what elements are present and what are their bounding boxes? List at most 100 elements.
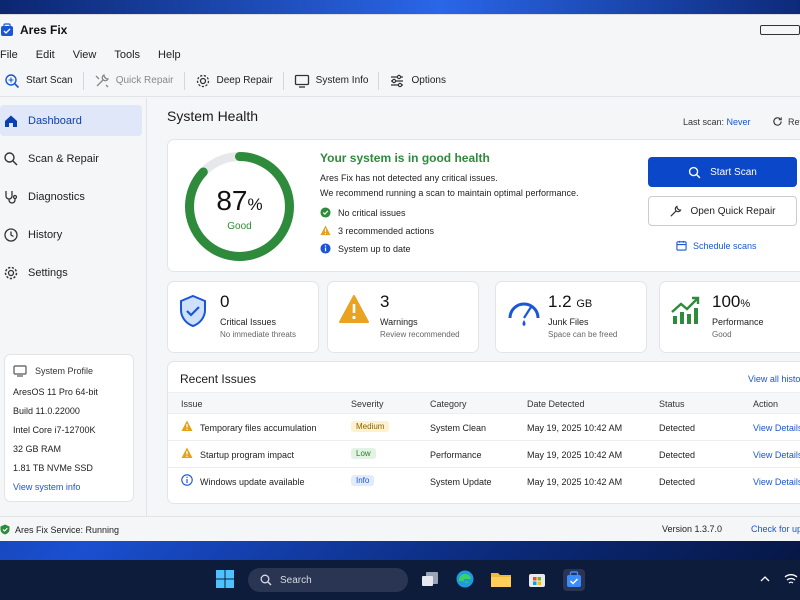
sidebar-item-label: History	[28, 228, 63, 241]
service-status-label: Ares Fix Service: Running	[15, 524, 120, 535]
sidebar-item-diagnostics[interactable]: Diagnostics	[0, 181, 142, 212]
toolbar-start-scan[interactable]: Start Scan	[0, 65, 83, 96]
view-all-history-link[interactable]: View all histo	[748, 374, 800, 384]
stat-value: 0	[220, 292, 230, 311]
file-explorer-icon[interactable]	[490, 569, 512, 589]
issue-category: System Clean	[430, 423, 487, 433]
view-system-info-link[interactable]: View system info	[13, 482, 125, 492]
col-issue[interactable]: Issue	[181, 399, 203, 409]
col-severity[interactable]: Severity	[351, 399, 384, 409]
stat-card-critical: 0 Critical Issues No immediate threats	[167, 281, 319, 353]
issue-status: Detected	[659, 423, 696, 433]
wifi-icon[interactable]	[784, 572, 798, 586]
col-status[interactable]: Status	[659, 399, 685, 409]
edge-browser-icon[interactable]	[455, 569, 475, 589]
sidebar-item-scan-repair[interactable]: Scan & Repair	[0, 143, 142, 174]
health-headline: Your system is in good health	[320, 151, 490, 165]
maximize-button[interactable]	[760, 25, 800, 35]
table-header: Issue Severity Category Date Detected St…	[168, 392, 800, 414]
health-score-label: Good	[227, 221, 252, 232]
issue-date: May 19, 2025 10:42 AM	[527, 423, 623, 433]
issue-date: May 19, 2025 10:42 AM	[527, 450, 623, 460]
health-description: Ares Fix has not detected any critical i…	[320, 171, 578, 201]
menu-help[interactable]: Help	[158, 49, 181, 61]
gear-icon	[196, 74, 209, 87]
health-score: 87%	[181, 185, 298, 217]
toolbar-divider	[82, 71, 84, 90]
gear-icon	[4, 266, 18, 279]
monitor-icon	[13, 365, 27, 377]
sidebar-item-dashboard[interactable]: Dashboard	[0, 105, 142, 136]
menu-view[interactable]: View	[73, 49, 97, 61]
sidebar-item-label: Scan & Repair	[28, 152, 99, 165]
profile-disk: 1.81 TB NVMe SSD	[13, 463, 93, 473]
taskbar-search[interactable]: Search	[248, 568, 408, 592]
version-label: Version 1.3.7.0	[662, 524, 723, 534]
toolbar-deep-repair[interactable]: Deep Repair	[191, 65, 283, 96]
table-row: Startup program impact Low Performance M…	[168, 441, 800, 468]
health-score-number: 87	[216, 185, 248, 216]
desktop-wallpaper	[0, 0, 800, 14]
menu-tools[interactable]: Tools	[114, 49, 140, 61]
stat-sub: Review recommended	[380, 330, 460, 339]
table-row: Temporary files accumulation Medium Syst…	[168, 414, 800, 441]
sidebar-item-label: Settings	[28, 266, 68, 279]
view-details-link[interactable]: View Details	[753, 477, 800, 487]
health-score-unit: %	[247, 195, 263, 214]
issue-date: May 19, 2025 10:42 AM	[527, 477, 623, 487]
ares-fix-taskbar-icon[interactable]	[563, 569, 585, 591]
issue-category: System Update	[430, 477, 492, 487]
profile-build: Build 11.0.22000	[13, 406, 80, 416]
last-scan: Last scan: Never	[683, 117, 751, 127]
stat-sub: Space can be freed	[548, 330, 618, 339]
toolbar-options[interactable]: Options	[385, 65, 455, 96]
sidebar-item-settings[interactable]: Settings	[0, 257, 142, 288]
warning-icon	[181, 447, 193, 458]
profile-cpu: Intel Core i7-12700K	[13, 425, 96, 435]
search-icon	[689, 166, 701, 178]
main-content: System Health Last scan: Never Ref 87% G…	[159, 98, 800, 516]
issue-name: Windows update available	[200, 477, 305, 487]
col-category[interactable]: Category	[430, 399, 467, 409]
stat-value: 100%	[712, 292, 750, 312]
refresh-label: Ref	[788, 116, 800, 127]
toolbar-system-info-label: System Info	[315, 75, 369, 86]
menu-file[interactable]: File	[0, 49, 18, 61]
col-date[interactable]: Date Detected	[527, 399, 585, 409]
toolbar-system-info[interactable]: System Info	[290, 65, 379, 96]
refresh-button[interactable]: Ref	[772, 116, 800, 127]
sidebar-item-history[interactable]: History	[0, 219, 142, 250]
task-view-icon[interactable]	[420, 569, 440, 589]
sliders-icon	[391, 74, 404, 87]
scan-icon	[5, 73, 20, 88]
check-label: 3 recommended actions	[338, 225, 435, 236]
view-details-link[interactable]: View Details	[753, 450, 800, 460]
menu-bar: File Edit View Tools Help	[0, 45, 800, 65]
health-desc-line-2: We recommend running a scan to maintain …	[320, 188, 579, 198]
trend-up-icon	[671, 296, 700, 324]
chevron-up-icon[interactable]	[760, 574, 770, 584]
start-scan-button[interactable]: Start Scan	[648, 157, 797, 187]
stat-sub: No immediate threats	[220, 330, 297, 339]
stat-label: Performance	[712, 317, 764, 327]
col-action[interactable]: Action	[753, 399, 778, 409]
search-icon	[260, 574, 272, 586]
open-quick-repair-button[interactable]: Open Quick Repair	[648, 196, 797, 226]
check-updates-link[interactable]: Check for up	[751, 524, 800, 534]
health-desc-line-1: Ares Fix has not detected any critical i…	[320, 173, 498, 183]
toolbar-quick-repair[interactable]: Quick Repair	[90, 65, 184, 96]
wrench-icon	[670, 204, 682, 217]
view-details-link[interactable]: View Details	[753, 423, 800, 433]
last-scan-value: Never	[726, 117, 751, 127]
taskbar-search-label: Search	[280, 574, 312, 586]
window-title: Ares Fix	[20, 23, 68, 37]
history-icon	[4, 227, 18, 242]
store-icon[interactable]	[527, 569, 547, 589]
start-menu-icon[interactable]	[215, 569, 235, 589]
stat-label: Critical Issues	[220, 317, 277, 327]
schedule-scans-link[interactable]: Schedule scans	[676, 240, 757, 251]
warning-icon	[320, 225, 331, 236]
check-label: No critical issues	[338, 207, 406, 218]
menu-edit[interactable]: Edit	[36, 49, 55, 61]
toolbar-divider	[378, 71, 380, 90]
